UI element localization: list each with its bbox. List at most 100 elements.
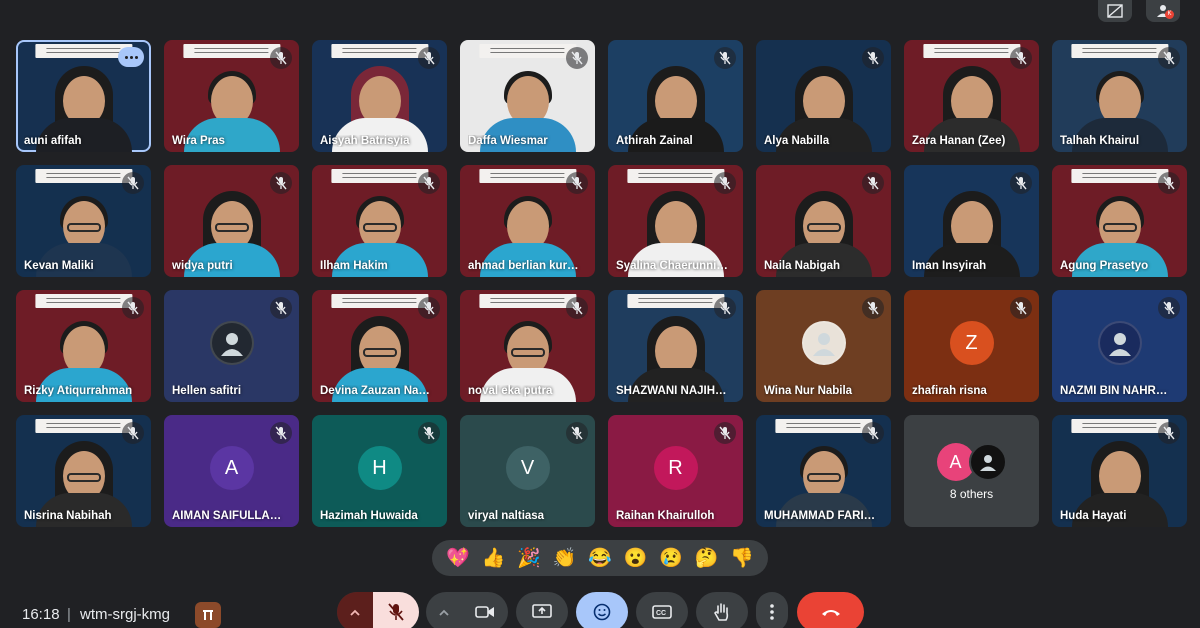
participant-name: Zara Hanan (Zee) <box>912 135 1006 147</box>
participant-tile-naila-nabigah[interactable]: Naila Nabigah <box>756 165 891 277</box>
reaction-party-popper-button[interactable]: 🎉 <box>517 549 541 568</box>
mic-off-icon <box>719 301 731 315</box>
mic-off-icon <box>867 426 879 440</box>
participant-tile-zhafirah-risna[interactable]: Zzhafirah risna <box>904 290 1039 402</box>
participant-name: Daffa Wiesmar <box>468 135 548 147</box>
reaction-thumbs-up-button[interactable]: 👍 <box>481 549 505 568</box>
mic-options-button[interactable] <box>337 592 373 628</box>
reaction-crying-face-button[interactable]: 😢 <box>659 549 683 568</box>
event-banner <box>1070 419 1169 433</box>
reaction-surprised-face-button[interactable]: 😮 <box>624 549 648 568</box>
participant-tile-zara-hanan-zee[interactable]: Zara Hanan (Zee) <box>904 40 1039 152</box>
participant-tile-raihan-khairulloh[interactable]: R Raihan Khairulloh <box>608 415 743 527</box>
reactions-button[interactable] <box>576 592 628 628</box>
participant-name: Rizky Atiqurrahman <box>24 385 133 397</box>
reaction-thumbs-down-button[interactable]: 👎 <box>730 549 754 568</box>
participant-tile-hazimah-huwaida[interactable]: H Hazimah Huwaida <box>312 415 447 527</box>
participant-name: viryal naltiasa <box>468 510 545 522</box>
participant-mic-status <box>566 47 588 69</box>
participant-name: ahmad berlian kur… <box>468 260 579 272</box>
mic-off-icon <box>388 603 404 621</box>
event-banner <box>330 44 429 58</box>
participant-tile-iman-insyirah[interactable]: Iman Insyirah <box>904 165 1039 277</box>
participant-tile-alya-nabilla[interactable]: Alya Nabilla <box>756 40 891 152</box>
people-badge: K <box>1165 10 1174 19</box>
participant-name: Hellen safitri <box>172 385 242 397</box>
captions-button[interactable]: CC <box>636 592 688 628</box>
participant-tile-wina-nur-nabila[interactable]: Wina Nur Nabila <box>756 290 891 402</box>
present-button[interactable] <box>516 592 568 628</box>
others-count-label: 8 others <box>949 487 994 501</box>
event-banner <box>478 169 577 183</box>
participant-tile-ilham-hakim[interactable]: Ilham Hakim <box>312 165 447 277</box>
people-button[interactable]: K <box>1146 0 1180 22</box>
reaction-clapping-hands-button[interactable]: 👏 <box>553 549 577 568</box>
participant-tile-talhah-khairul[interactable]: Talhah Khairul <box>1052 40 1187 152</box>
participant-name: Devina Zauzan Na… <box>320 385 430 397</box>
participant-name: Naila Nabigah <box>764 260 841 272</box>
participant-tile-hellen-safitri[interactable]: Hellen safitri <box>164 290 299 402</box>
reaction-thinking-face-button[interactable]: 🤔 <box>695 549 719 568</box>
participant-tile-shazwani-najih[interactable]: SHAZWANI NAJIH… <box>608 290 743 402</box>
participant-tile-auni-afifah[interactable]: auni afifah <box>16 40 151 152</box>
mic-off-icon <box>423 176 435 190</box>
reaction-sparkling-heart-button[interactable]: 💖 <box>446 549 470 568</box>
mic-off-icon <box>571 301 583 315</box>
leave-call-button[interactable] <box>797 592 864 628</box>
participant-mic-status <box>862 172 884 194</box>
participant-tile-daffa-wiesmar[interactable]: Daffa Wiesmar <box>460 40 595 152</box>
participant-tile-aiman-saifulla[interactable]: A AIMAN SAIFULLA… <box>164 415 299 527</box>
participant-avatar: A <box>209 446 254 490</box>
participant-mic-status <box>1010 47 1032 69</box>
participant-tile-ahmad-berlian-kur[interactable]: ahmad berlian kur… <box>460 165 595 277</box>
meeting-footer: 16:18 | wtm-srgj-kmg CC <box>0 590 1200 628</box>
participant-mic-status <box>1158 47 1180 69</box>
participant-mic-status <box>122 422 144 444</box>
participant-tile-syalina-chaerunni[interactable]: Syalina Chaerunni… <box>608 165 743 277</box>
participant-mic-status <box>1158 297 1180 319</box>
participant-name: Ilham Hakim <box>320 260 388 272</box>
participant-name: Kevan Maliki <box>24 260 94 272</box>
participant-name: Wira Pras <box>172 135 225 147</box>
participant-tile-athirah-zainal[interactable]: Athirah Zainal <box>608 40 743 152</box>
participant-tile-nisrina-nabihah[interactable]: Nisrina Nabihah <box>16 415 151 527</box>
participant-tile-nazmi-bin-nahr[interactable]: NAZMI BIN NAHR… <box>1052 290 1187 402</box>
participant-tile-agung-prasetyo[interactable]: Agung Prasetyo <box>1052 165 1187 277</box>
more-options-button[interactable] <box>756 592 788 628</box>
raise-hand-button[interactable] <box>696 592 748 628</box>
camera-toggle-button[interactable] <box>462 592 508 628</box>
mic-off-icon <box>867 51 879 65</box>
camera-options-button[interactable] <box>426 592 462 628</box>
participant-avatar: V <box>505 446 550 490</box>
participant-name: MUHAMMAD FARI… <box>764 510 876 522</box>
participant-tile-huda-hayati[interactable]: Huda Hayati <box>1052 415 1187 527</box>
reaction-tears-of-joy-button[interactable]: 😂 <box>588 549 612 568</box>
top-right-controls: K <box>1098 0 1180 22</box>
host-controls-badge[interactable] <box>195 602 221 628</box>
participant-mic-status <box>418 172 440 194</box>
layout-button[interactable] <box>1098 0 1132 22</box>
participant-name: Nisrina Nabihah <box>24 510 112 522</box>
participant-more-button[interactable] <box>118 47 144 67</box>
participant-tile-muhammad-fari[interactable]: MUHAMMAD FARI… <box>756 415 891 527</box>
participant-tile-noval-eka-putra[interactable]: noval eka putra <box>460 290 595 402</box>
participant-mic-status <box>862 297 884 319</box>
participant-tile-rizky-atiqurrahman[interactable]: Rizky Atiqurrahman <box>16 290 151 402</box>
participant-tile-devina-zauzan-na[interactable]: Devina Zauzan Na… <box>312 290 447 402</box>
participant-name: NAZMI BIN NAHR… <box>1060 385 1168 397</box>
layout-icon <box>1107 4 1123 18</box>
participant-mic-status <box>862 422 884 444</box>
event-banner <box>330 169 429 183</box>
participant-tile-viryal-naltiasa[interactable]: Vviryal naltiasa <box>460 415 595 527</box>
participant-mic-status <box>714 47 736 69</box>
reactions-bar: 💖 👍 🎉 👏 😂 😮 😢 🤔 👎 <box>432 540 768 576</box>
mic-toggle-button[interactable] <box>373 592 419 628</box>
participant-tile-kevan-maliki[interactable]: Kevan Maliki <box>16 165 151 277</box>
participant-tile-aisyah-batrisyia[interactable]: Aisyah Batrisyia <box>312 40 447 152</box>
meeting-code[interactable]: wtm-srgj-kmg <box>80 606 170 623</box>
participant-tile-widya-putri[interactable]: widya putri <box>164 165 299 277</box>
participant-tile-8-others[interactable]: A 8 others <box>904 415 1039 527</box>
participant-tile-wira-pras[interactable]: Wira Pras <box>164 40 299 152</box>
participant-name: Raihan Khairulloh <box>616 510 715 522</box>
event-banner <box>34 169 133 183</box>
